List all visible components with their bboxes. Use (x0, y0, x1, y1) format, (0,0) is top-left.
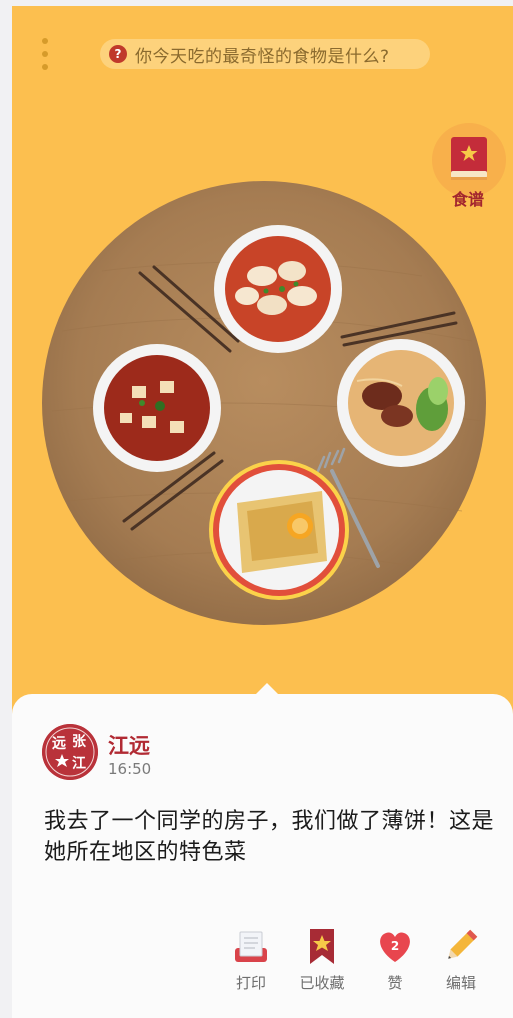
avatar[interactable]: 远张江 (42, 724, 98, 780)
dish-beef-noodle-soup[interactable] (337, 339, 465, 467)
edit-label: 编辑 (445, 974, 476, 992)
dining-table (42, 181, 492, 631)
collected-label: 已收藏 (299, 974, 345, 992)
question-text: 你今天吃的最奇怪的食物是什么? (135, 46, 390, 67)
dish-crepes[interactable] (209, 460, 349, 600)
avatar-char: 远 (52, 736, 66, 752)
app-frame: ? 你今天吃的最奇怪的食物是什么? 食谱 远 张 江 江远 16:50 我去了一… (12, 6, 513, 1018)
print-button[interactable]: 打印 (216, 926, 286, 993)
question-icon: ? (109, 45, 127, 63)
dish-mapo-tofu[interactable] (93, 344, 221, 472)
post-body: 我去了一个同学的房子，我们做了薄饼！这是她所在地区的特色菜 (44, 809, 495, 865)
author-name[interactable]: 江远 (108, 730, 150, 760)
post-time: 16:50 (108, 760, 152, 778)
like-label: 赞 (387, 974, 403, 992)
more-menu-icon[interactable] (39, 38, 51, 78)
print-icon (235, 931, 267, 962)
like-button[interactable]: 2 赞 (360, 926, 430, 993)
edit-button[interactable]: 编辑 (426, 926, 496, 993)
bookmark-icon (310, 929, 334, 964)
action-bar: 打印 已收藏 2 赞 编辑 (12, 926, 513, 1006)
print-label: 打印 (235, 974, 266, 992)
collect-button[interactable]: 已收藏 (287, 926, 357, 993)
pencil-icon (448, 929, 478, 959)
avatar-char: 张 (72, 734, 87, 750)
heart-icon: 2 (380, 932, 410, 962)
question-prompt[interactable]: ? 你今天吃的最奇怪的食物是什么? (100, 39, 430, 69)
dish-dumplings[interactable] (214, 225, 342, 353)
like-count: 2 (391, 939, 399, 953)
avatar-char: 江 (72, 755, 86, 772)
